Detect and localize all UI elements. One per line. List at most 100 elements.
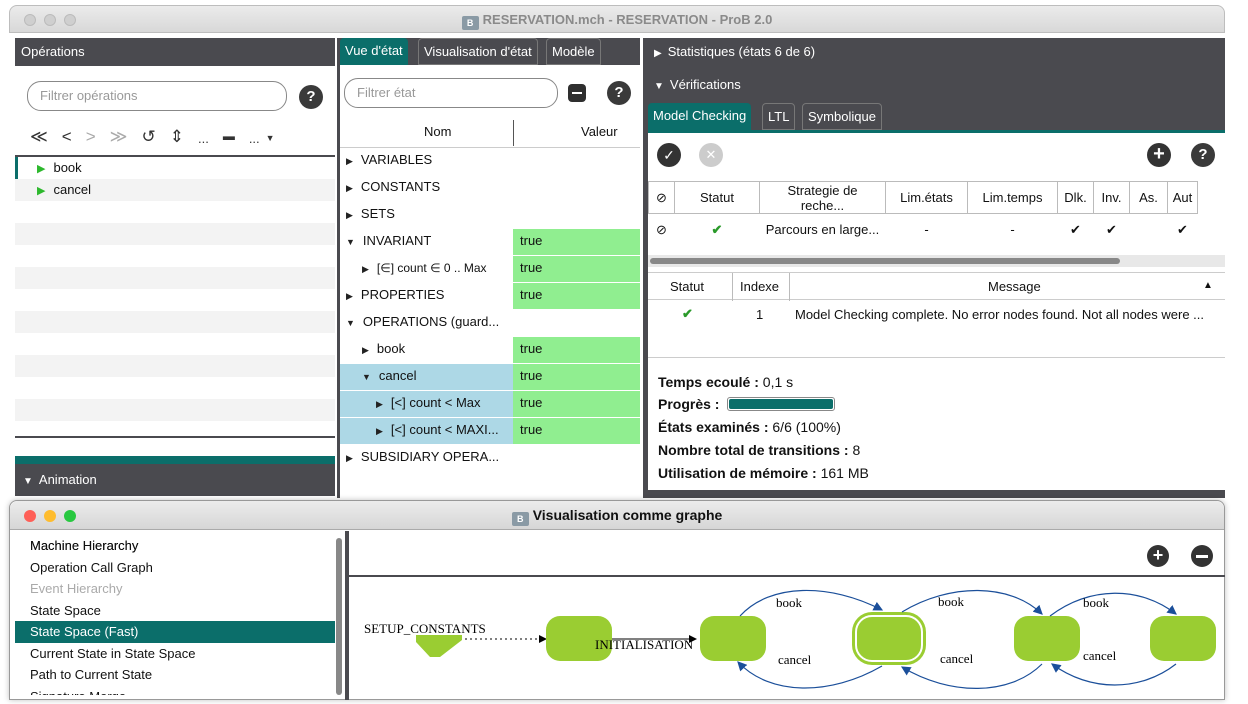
more-menu-button[interactable]: ...	[249, 131, 260, 147]
help-icon[interactable]: ?	[1191, 143, 1215, 167]
minimize-window-button[interactable]	[44, 14, 56, 26]
close-window-button[interactable]	[24, 510, 36, 522]
tab-model[interactable]: Modèle	[546, 38, 601, 65]
operation-item-book[interactable]: ▶ book	[37, 160, 82, 175]
list-item-machine-hierarchy[interactable]: Machine Hierarchy	[15, 535, 335, 557]
tree-row-book[interactable]: ▶ book true	[340, 337, 640, 363]
message-text: Model Checking complete. No error nodes …	[795, 307, 1204, 322]
tree-row-constants[interactable]: ▶ CONSTANTS	[340, 175, 640, 201]
tree-row-invariant-count[interactable]: ▶ [∈] count ∈ 0 .. Max true	[340, 256, 640, 282]
row-value: true	[513, 364, 640, 390]
row-name: [<] count < Max	[390, 395, 481, 410]
fast-back-button[interactable]: ≪	[30, 127, 48, 147]
states-value: 6/6 (100%)	[772, 419, 841, 435]
operation-item-cancel[interactable]: ▶ cancel	[37, 182, 91, 197]
tree-row-variables[interactable]: ▶ VARIABLES	[340, 148, 640, 174]
setup-constants-label: SETUP_CONSTANTS	[364, 621, 486, 636]
column-state-limit[interactable]: Lim.états	[885, 181, 968, 214]
filter-operations-input[interactable]: Filtrer opérations	[27, 81, 287, 111]
forward-button[interactable]: >	[86, 127, 96, 147]
zoom-window-button[interactable]	[64, 14, 76, 26]
column-time-limit[interactable]: Lim.temps	[967, 181, 1058, 214]
row-checkbox[interactable]: ⊘	[649, 214, 675, 246]
column-message[interactable]: Message	[988, 279, 1041, 294]
column-index[interactable]: Indexe	[740, 279, 779, 294]
root-node[interactable]	[416, 635, 462, 657]
list-item-operation-call-graph[interactable]: Operation Call Graph	[15, 557, 335, 579]
state-node-2[interactable]	[700, 616, 766, 661]
list-item-signature-merge[interactable]: Signature Merge	[15, 686, 335, 696]
graph-type-items: Machine Hierarchy Operation Call Graph E…	[15, 535, 335, 695]
expand-icon: ▶	[654, 48, 662, 59]
message-index: 1	[756, 307, 764, 322]
list-scrollbar[interactable]	[336, 538, 342, 695]
window-titlebar: B RESERVATION.mch - RESERVATION - ProB 2.…	[9, 5, 1225, 33]
tree-row-guard-maxi[interactable]: ▶ [<] count < MAXI... true	[340, 418, 640, 444]
select-all-checkbox[interactable]: ⊘	[648, 181, 675, 214]
verifications-header[interactable]: ▼ Vérifications	[654, 77, 741, 92]
help-icon[interactable]: ?	[299, 85, 323, 109]
more-button[interactable]: ...	[198, 131, 209, 147]
horizontal-scrollbar[interactable]	[648, 255, 1225, 267]
zoom-out-icon[interactable]	[1191, 545, 1213, 567]
collapse-icon[interactable]: ▬	[223, 129, 235, 147]
column-invariant[interactable]: Inv.	[1093, 181, 1130, 214]
sort-icon[interactable]: ⇕	[170, 127, 184, 147]
column-name[interactable]: Nom	[424, 124, 451, 139]
tab-symbolic[interactable]: Symbolique	[802, 103, 882, 130]
close-window-button[interactable]	[24, 14, 36, 26]
list-item-current-state[interactable]: Current State in State Space	[15, 643, 335, 665]
table-header-row: ⊘ Statut Strategie de reche... Lim.états…	[648, 181, 1198, 214]
tree-row-subsidiary[interactable]: ▶ SUBSIDIARY OPERA...	[340, 445, 640, 471]
zoom-in-icon[interactable]: +	[1147, 545, 1169, 567]
filter-state-input[interactable]: Filtrer état	[344, 78, 558, 108]
chevron-down-icon[interactable]: ▼	[266, 133, 275, 147]
memory-label: Utilisation de mémoire :	[658, 465, 817, 481]
column-strategy[interactable]: Strategie de reche...	[759, 181, 886, 214]
collapse-all-icon[interactable]	[568, 84, 586, 102]
state-node-5[interactable]	[1150, 616, 1216, 661]
help-icon[interactable]: ?	[607, 81, 631, 105]
column-deadlock[interactable]: Dlk.	[1057, 181, 1094, 214]
list-item-state-space[interactable]: State Space	[15, 600, 335, 622]
list-item-path-to-current-state[interactable]: Path to Current State	[15, 664, 335, 686]
operation-label: cancel	[53, 182, 92, 197]
tree-row-operations[interactable]: ▼ OPERATIONS (guard...	[340, 310, 640, 336]
add-icon[interactable]: +	[1147, 143, 1171, 167]
column-value[interactable]: Valeur	[581, 124, 618, 139]
list-item-state-space-fast[interactable]: State Space (Fast)	[15, 621, 335, 643]
column-auto[interactable]: Aut	[1167, 181, 1198, 214]
column-msg-status[interactable]: Statut	[670, 279, 704, 294]
list-item-event-hierarchy[interactable]: Event Hierarchy	[15, 578, 335, 600]
tab-model-checking[interactable]: Model Checking	[648, 103, 752, 130]
tab-state-visualisation[interactable]: Visualisation d'état	[418, 38, 538, 65]
tab-state-view[interactable]: Vue d'état	[340, 38, 408, 65]
column-assertions[interactable]: As.	[1129, 181, 1168, 214]
check-icon[interactable]: ✓	[657, 143, 681, 167]
tab-ltl[interactable]: LTL	[762, 103, 796, 130]
zoom-window-button[interactable]	[64, 510, 76, 522]
tree-row-invariant[interactable]: ▼ INVARIANT true	[340, 229, 640, 255]
column-status[interactable]: Statut	[674, 181, 760, 214]
progress-label: Progrès :	[658, 396, 720, 412]
tree-row-sets[interactable]: ▶ SETS	[340, 202, 640, 228]
reload-icon[interactable]: ↺	[141, 127, 155, 147]
sort-up-icon[interactable]: ▲	[1203, 280, 1213, 291]
fast-forward-button[interactable]: ≫	[110, 127, 128, 147]
back-button[interactable]: <	[62, 127, 72, 147]
minimize-window-button[interactable]	[44, 510, 56, 522]
split-divider[interactable]	[345, 531, 349, 700]
table-row[interactable]: ⊘ ✔ Parcours en large... - - ✔ ✔ ✔	[649, 214, 1198, 246]
statistics-header[interactable]: ▶ Statistiques (états 6 de 6)	[654, 44, 815, 59]
tree-row-cancel[interactable]: ▼ cancel true	[340, 364, 640, 390]
transitions-value: 8	[852, 442, 861, 458]
animation-header[interactable]: ▼ Animation	[15, 464, 335, 496]
state-view-tabs: Vue d'état Visualisation d'état Modèle	[340, 38, 640, 65]
time-limit-value: -	[1010, 222, 1015, 238]
state-node-4[interactable]	[1014, 616, 1080, 661]
tree-row-guard-max[interactable]: ▶ [<] count < Max true	[340, 391, 640, 417]
scrollbar-thumb[interactable]	[650, 258, 1120, 264]
cancel-check-icon[interactable]: ✕	[699, 143, 723, 167]
message-row[interactable]: ✔ 1 Model Checking complete. No error no…	[648, 303, 1225, 329]
tree-row-properties[interactable]: ▶ PROPERTIES true	[340, 283, 640, 309]
